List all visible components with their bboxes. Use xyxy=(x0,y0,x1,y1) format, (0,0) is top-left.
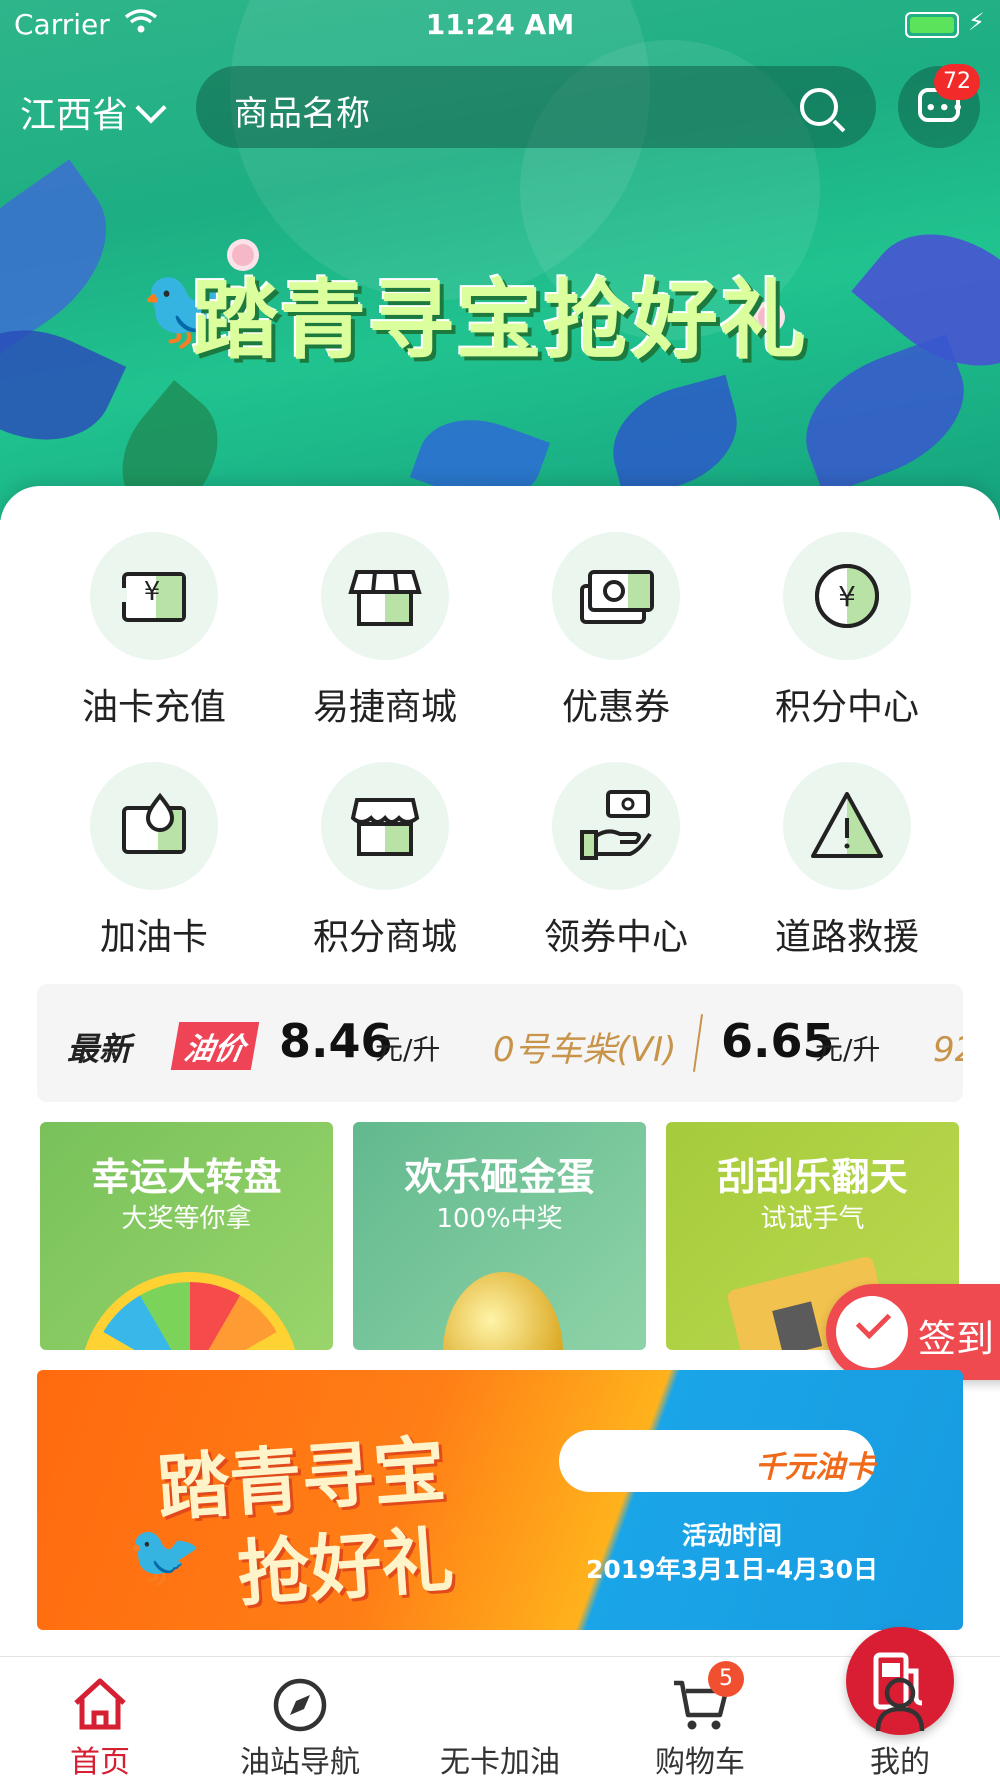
service-label: 优惠券 xyxy=(561,687,670,728)
game-subtitle: 大奖等你拿 xyxy=(121,1204,252,1234)
game-title: 幸运大转盘 xyxy=(91,1155,282,1199)
search-input[interactable]: 商品名称 xyxy=(196,66,876,148)
clock: 11:24 AM xyxy=(425,8,575,41)
store-icon xyxy=(321,532,449,660)
points-mall-icon xyxy=(321,762,449,890)
tab-bar: 首页 油站导航 无卡加油 5 购物车 我的 xyxy=(0,1627,1000,1778)
tab-cardless-refuel[interactable]: 无卡加油 xyxy=(400,1627,954,1778)
search-icon[interactable] xyxy=(800,88,838,126)
service-yijie-mall[interactable]: 易捷商城 xyxy=(275,532,495,742)
charging-icon: ⚡ xyxy=(968,8,985,36)
service-coupon[interactable]: 优惠券 xyxy=(506,532,726,742)
points-center-icon: ¥ xyxy=(783,532,911,660)
service-coupon-center[interactable]: 领券中心 xyxy=(506,762,726,972)
oil-price-unit: 元/升 xyxy=(815,1033,881,1066)
promo-date-range: 2019年3月1日-4月30日 xyxy=(586,1555,878,1584)
service-fuel-card-recharge[interactable]: ¥ 油卡充值 xyxy=(44,532,264,742)
service-points-center[interactable]: ¥ 积分中心 xyxy=(737,532,957,742)
promo-prize-text: 千元油卡 xyxy=(755,1450,875,1485)
home-icon xyxy=(74,1678,126,1730)
province-label: 江西省 xyxy=(20,95,129,136)
message-count-badge: 72 xyxy=(934,64,980,100)
promo-banner[interactable]: 踏青寻宝 抢好礼 🐦 千元油卡 活动时间 2019年3月1日-4月30日 xyxy=(37,1370,963,1630)
tab-label: 我的 xyxy=(870,1745,930,1778)
banner-title: 踏青寻宝抢好礼 xyxy=(192,271,808,371)
oil-type: 0号车柴(VI) xyxy=(493,1030,677,1070)
promo-prize-pill: 千元油卡 xyxy=(559,1430,875,1492)
service-label: 积分中心 xyxy=(774,687,919,728)
check-icon xyxy=(836,1296,908,1368)
service-label: 易捷商城 xyxy=(312,687,457,728)
oil-price-ticker[interactable]: 最新 油价 8.46 元/升 0号车柴(VI) 6.65 元/升 92号 xyxy=(37,984,963,1102)
tab-label: 无卡加油 xyxy=(440,1745,560,1778)
game-golden-egg[interactable]: 欢乐砸金蛋 100%中奖 xyxy=(353,1122,646,1350)
service-fuel-card[interactable]: 加油卡 xyxy=(44,762,264,972)
tab-profile[interactable]: 我的 xyxy=(800,1657,1000,1778)
chevron-down-icon xyxy=(135,92,167,124)
service-label: 领券中心 xyxy=(543,917,688,958)
oil-type: 92号 xyxy=(933,1030,963,1070)
svg-text:¥: ¥ xyxy=(144,577,161,607)
province-selector[interactable]: 江西省 xyxy=(20,86,167,138)
tab-home[interactable]: 首页 xyxy=(0,1657,200,1778)
status-bar: Carrier 11:24 AM ⚡ xyxy=(0,0,1000,50)
hummingbird-icon: 🐦 xyxy=(127,1521,202,1591)
fuel-card-recharge-icon: ¥ xyxy=(90,532,218,660)
service-label: 积分商城 xyxy=(312,917,457,958)
promo-title-line2: 抢好礼 xyxy=(234,1517,457,1617)
tab-cart[interactable]: 5 购物车 xyxy=(600,1657,800,1778)
promo-time-label: 活动时间 xyxy=(681,1521,782,1550)
top-bar: 江西省 商品名称 ••• 72 xyxy=(0,62,1000,152)
fuel-card-icon xyxy=(90,762,218,890)
service-label: 加油卡 xyxy=(99,917,208,958)
oil-price-label-newest: 最新 xyxy=(67,1030,132,1068)
golden-egg-icon xyxy=(443,1272,563,1350)
compass-icon xyxy=(273,1678,327,1732)
service-label: 油卡充值 xyxy=(81,687,226,728)
tab-label: 首页 xyxy=(70,1745,130,1778)
cart-count-badge: 5 xyxy=(708,1661,744,1697)
battery-icon xyxy=(905,12,959,38)
tab-label: 购物车 xyxy=(655,1745,745,1778)
oil-price-tag: 油价 xyxy=(170,1022,260,1070)
tab-label: 油站导航 xyxy=(240,1745,360,1778)
signin-button[interactable]: 签到 xyxy=(826,1284,1000,1380)
chat-dots: ••• xyxy=(925,98,966,119)
signin-label: 签到 xyxy=(918,1317,995,1361)
divider xyxy=(692,1014,704,1072)
decor-leaf xyxy=(599,374,751,501)
profile-icon xyxy=(875,1677,925,1732)
prize-wheel-icon xyxy=(80,1272,300,1350)
messages-button[interactable]: ••• 72 xyxy=(898,64,980,148)
oil-price-unit: 元/升 xyxy=(375,1033,441,1066)
tab-station-navigation[interactable]: 油站导航 xyxy=(200,1657,400,1778)
search-placeholder: 商品名称 xyxy=(234,94,370,134)
game-title: 欢乐砸金蛋 xyxy=(404,1155,595,1199)
svg-text:¥: ¥ xyxy=(838,580,856,613)
game-subtitle: 试试手气 xyxy=(760,1204,865,1234)
service-label: 道路救援 xyxy=(774,917,919,958)
game-title: 刮刮乐翻天 xyxy=(717,1155,908,1199)
game-subtitle: 100%中奖 xyxy=(436,1204,563,1234)
game-lucky-wheel[interactable]: 幸运大转盘 大奖等你拿 xyxy=(40,1122,333,1350)
road-rescue-icon xyxy=(783,762,911,890)
coupon-icon xyxy=(552,532,680,660)
service-road-rescue[interactable]: 道路救援 xyxy=(737,762,957,972)
service-points-mall[interactable]: 积分商城 xyxy=(275,762,495,972)
coupon-center-icon xyxy=(552,762,680,890)
